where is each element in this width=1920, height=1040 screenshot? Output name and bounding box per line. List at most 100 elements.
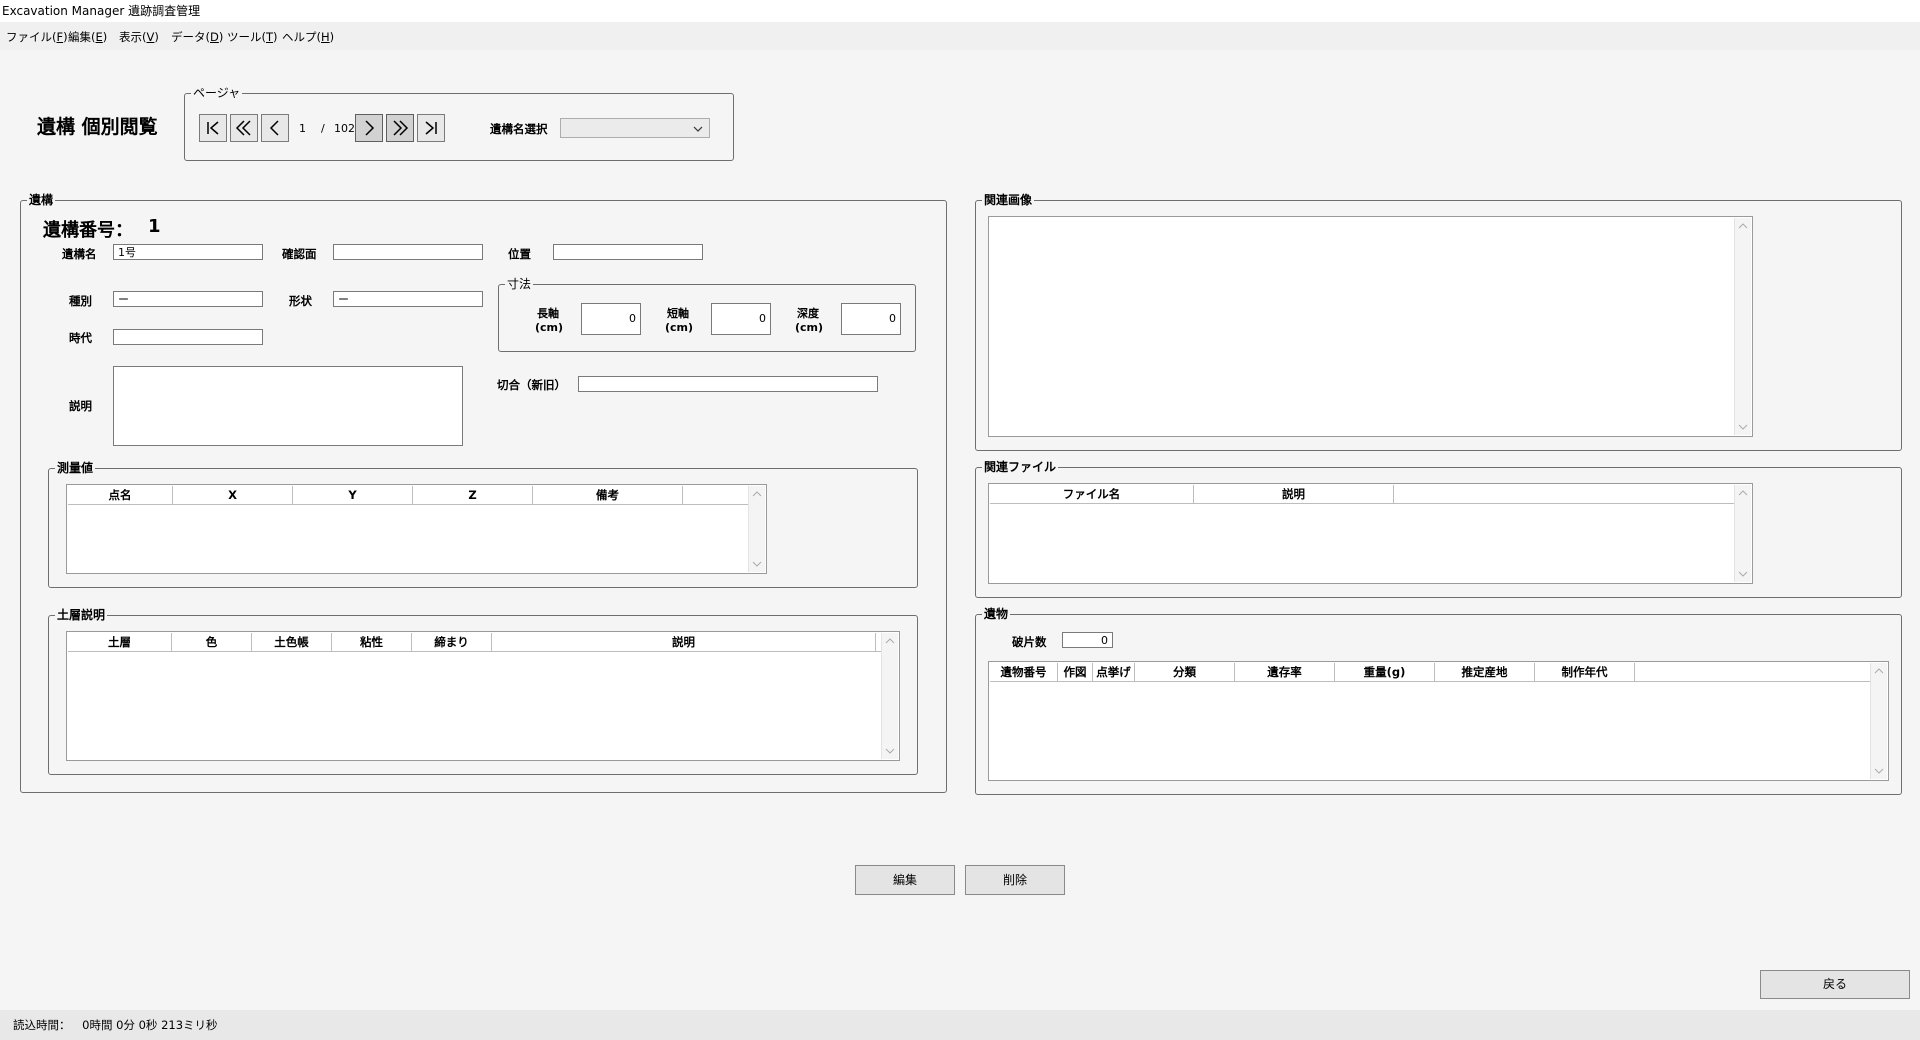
long-axis-field[interactable]: 0 [581, 303, 641, 335]
survey-table[interactable]: 点名 X Y Z 備考 [66, 484, 767, 574]
artifacts-col-drawing[interactable]: 作図 [1058, 663, 1093, 681]
depth-unit: (cm) [795, 321, 824, 334]
last-page-button[interactable] [417, 114, 445, 142]
back-button[interactable]: 戻る [1760, 970, 1910, 999]
images-legend: 関連画像 [982, 192, 1035, 208]
long-axis-unit: (cm) [535, 321, 564, 334]
menu-bar: ファイル(F) 編集(E) 表示(V) データ(D) ツール(T) ヘルプ(H) [0, 22, 1920, 50]
menu-view[interactable]: 表示(V) [119, 29, 159, 45]
cut-relation-label: 切合（新旧） [497, 378, 566, 392]
strata-col-viscosity[interactable]: 粘性 [332, 633, 412, 651]
artifacts-col-weight[interactable]: 重量(g) [1335, 663, 1435, 681]
window-title: Excavation Manager 遺跡調査管理 [2, 4, 201, 18]
artifacts-col-class[interactable]: 分類 [1135, 663, 1235, 681]
last-page-icon [425, 121, 437, 135]
chevron-down-icon [693, 126, 703, 132]
survey-col-z[interactable]: Z [413, 486, 533, 504]
next-page-button[interactable] [355, 114, 383, 142]
load-time-value: 0時間 0分 0秒 213ミリ秒 [82, 1018, 218, 1032]
feature-name-label: 遺構名 [62, 247, 97, 261]
files-table[interactable]: ファイル名 説明 [988, 483, 1753, 584]
survey-col-note[interactable]: 備考 [533, 486, 683, 504]
chevron-left-icon [269, 120, 279, 136]
files-col-name[interactable]: ファイル名 [990, 485, 1194, 503]
feature-number-label: 遺構番号： [43, 220, 133, 241]
artifacts-col-origin[interactable]: 推定産地 [1435, 663, 1535, 681]
chevron-down-icon [885, 748, 895, 754]
era-field[interactable] [113, 329, 263, 345]
menu-data[interactable]: データ(D) [171, 29, 223, 45]
artifacts-col-plotted[interactable]: 点挙げ [1093, 663, 1135, 681]
prev-10-button[interactable] [230, 114, 258, 142]
first-page-icon [207, 121, 219, 135]
artifacts-table[interactable]: 遺物番号 作図 点挙げ 分類 遺存率 重量(g) 推定産地 制作年代 [988, 661, 1889, 781]
first-page-button[interactable] [199, 114, 227, 142]
chevron-down-icon [1738, 571, 1748, 577]
current-page: 1 [299, 122, 306, 135]
era-label: 時代 [69, 331, 92, 345]
files-scrollbar[interactable] [1734, 485, 1751, 582]
depth-field[interactable]: 0 [841, 303, 901, 335]
chevron-up-icon [1738, 223, 1748, 229]
double-chevron-right-icon [393, 120, 409, 136]
artifacts-col-number[interactable]: 遺物番号 [990, 663, 1058, 681]
cut-relation-field[interactable] [578, 376, 878, 392]
next-10-button[interactable] [386, 114, 414, 142]
strata-col-compaction[interactable]: 締まり [412, 633, 492, 651]
artifacts-col-preservation[interactable]: 遺存率 [1235, 663, 1335, 681]
fragments-field[interactable]: 0 [1062, 632, 1113, 648]
strata-scrollbar[interactable] [881, 633, 898, 759]
type-label: 種別 [69, 294, 92, 308]
chevron-up-icon [885, 638, 895, 644]
menu-help[interactable]: ヘルプ(H) [282, 29, 334, 45]
images-list[interactable] [988, 216, 1753, 437]
feature-name-field[interactable]: 1号 [113, 244, 263, 260]
depth-label: 深度 [797, 307, 819, 320]
shape-label: 形状 [289, 294, 312, 308]
type-field[interactable]: ー [113, 291, 263, 307]
chevron-up-icon [752, 491, 762, 497]
feature-select-dropdown[interactable] [560, 118, 710, 138]
delete-button[interactable]: 削除 [965, 865, 1065, 895]
chevron-up-icon [1874, 668, 1884, 674]
strata-col-description[interactable]: 説明 [492, 633, 876, 651]
survey-col-point[interactable]: 点名 [68, 486, 173, 504]
surface-label: 確認面 [282, 247, 317, 261]
status-bar: 読込時間： 0時間 0分 0秒 213ミリ秒 [0, 1010, 1920, 1040]
survey-table-header: 点名 X Y Z 備考 [68, 486, 748, 505]
surface-field[interactable] [333, 244, 483, 260]
menu-tools[interactable]: ツール(T) [227, 29, 278, 45]
short-axis-field[interactable]: 0 [711, 303, 771, 335]
pager-legend: ページャ [191, 85, 243, 101]
strata-table-header: 土層 色 土色帳 粘性 締まり 説明 [68, 633, 881, 652]
load-time-label: 読込時間： [13, 1018, 71, 1032]
edit-button[interactable]: 編集 [855, 865, 955, 895]
prev-page-button[interactable] [261, 114, 289, 142]
dimensions-legend: 寸法 [505, 276, 534, 292]
images-scrollbar[interactable] [1734, 218, 1751, 435]
files-table-header: ファイル名 説明 [990, 485, 1734, 504]
artifacts-table-header: 遺物番号 作図 点挙げ 分類 遺存率 重量(g) 推定産地 制作年代 [990, 663, 1870, 682]
strata-col-soil-chart[interactable]: 土色帳 [252, 633, 332, 651]
survey-col-y[interactable]: Y [293, 486, 413, 504]
strata-col-color[interactable]: 色 [172, 633, 252, 651]
artifacts-col-period[interactable]: 制作年代 [1535, 663, 1635, 681]
survey-col-x[interactable]: X [173, 486, 293, 504]
artifacts-scrollbar[interactable] [1870, 663, 1887, 779]
short-axis-unit: (cm) [665, 321, 694, 334]
survey-scrollbar[interactable] [748, 486, 765, 572]
strata-table[interactable]: 土層 色 土色帳 粘性 締まり 説明 [66, 631, 900, 761]
shape-field[interactable]: ー [333, 291, 483, 307]
chevron-down-icon [752, 561, 762, 567]
strata-col-layer[interactable]: 土層 [68, 633, 172, 651]
feature-number-value: 1 [148, 216, 161, 237]
artifacts-legend: 遺物 [982, 606, 1011, 622]
menu-file[interactable]: ファイル(F) [6, 29, 68, 45]
description-label: 説明 [69, 399, 92, 413]
files-col-description[interactable]: 説明 [1194, 485, 1394, 503]
menu-edit[interactable]: 編集(E) [68, 29, 107, 45]
chevron-up-icon [1738, 490, 1748, 496]
page-separator: / [321, 122, 325, 135]
description-field[interactable] [113, 366, 463, 446]
position-field[interactable] [553, 244, 703, 260]
